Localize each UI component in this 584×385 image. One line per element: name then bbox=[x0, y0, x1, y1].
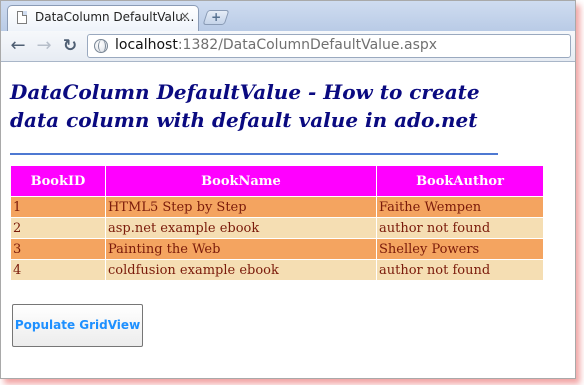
cell-bookauthor: Shelley Powers bbox=[376, 238, 544, 260]
cell-bookname: Painting the Web bbox=[105, 238, 377, 260]
url-path: :1382/DataColumnDefaultValue.aspx bbox=[177, 37, 438, 53]
table-row: 3 Painting the Web Shelley Powers bbox=[10, 238, 544, 260]
url-text[interactable]: localhost:1382/DataColumnDefaultValue.as… bbox=[115, 37, 437, 53]
books-gridview: BookID BookName BookAuthor 1 HTML5 Step … bbox=[10, 165, 544, 281]
table-row: 4 coldfusion example ebook author not fo… bbox=[10, 259, 544, 281]
cell-bookname: HTML5 Step by Step bbox=[105, 196, 377, 218]
horizontal-rule bbox=[10, 153, 498, 155]
column-header-bookid: BookID bbox=[10, 165, 106, 197]
page-title-line-2: data column with default value in ado.ne… bbox=[10, 108, 478, 132]
populate-gridview-button[interactable]: Populate GridView bbox=[12, 304, 143, 347]
table-row: 2 asp.net example ebook author not found bbox=[10, 217, 544, 239]
cell-bookid: 4 bbox=[10, 259, 106, 281]
page-title-line-1: DataColumn DefaultValue - How to create bbox=[10, 80, 480, 104]
address-bar[interactable]: localhost:1382/DataColumnDefaultValue.as… bbox=[87, 34, 571, 58]
forward-arrow-icon[interactable]: → bbox=[33, 35, 55, 57]
grid-header-row: BookID BookName BookAuthor bbox=[10, 165, 544, 197]
tab-title: DataColumn DefaultValu... bbox=[35, 10, 195, 24]
cell-bookid: 2 bbox=[10, 217, 106, 239]
column-header-bookname: BookName bbox=[105, 165, 377, 197]
new-tab-button[interactable]: + bbox=[202, 10, 230, 25]
cell-bookname: coldfusion example ebook bbox=[105, 259, 377, 281]
page-title: DataColumn DefaultValue - How to create d… bbox=[10, 78, 480, 134]
table-row: 1 HTML5 Step by Step Faithe Wempen bbox=[10, 196, 544, 218]
cell-bookauthor: author not found bbox=[376, 217, 544, 239]
plus-icon: + bbox=[211, 10, 222, 24]
globe-icon bbox=[94, 39, 108, 53]
url-host: localhost bbox=[115, 37, 178, 53]
browser-toolbar: ← → ↻ localhost:1382/DataColumnDefaultVa… bbox=[1, 31, 575, 62]
reload-icon[interactable]: ↻ bbox=[59, 35, 81, 57]
back-arrow-icon[interactable]: ← bbox=[7, 35, 29, 57]
cell-bookid: 3 bbox=[10, 238, 106, 260]
page-content: DataColumn DefaultValue - How to create d… bbox=[1, 62, 575, 378]
close-tab-icon[interactable]: × bbox=[180, 9, 190, 23]
cell-bookid: 1 bbox=[10, 196, 106, 218]
cell-bookauthor: author not found bbox=[376, 259, 544, 281]
column-header-bookauthor: BookAuthor bbox=[376, 165, 544, 197]
browser-window: DataColumn DefaultValu... × + ← → ↻ loca… bbox=[0, 0, 576, 379]
tab-strip: DataColumn DefaultValu... × + bbox=[1, 1, 575, 31]
cell-bookname: asp.net example ebook bbox=[105, 217, 377, 239]
browser-tab[interactable]: DataColumn DefaultValu... × bbox=[7, 5, 199, 31]
page-icon bbox=[17, 11, 27, 24]
cell-bookauthor: Faithe Wempen bbox=[376, 196, 544, 218]
